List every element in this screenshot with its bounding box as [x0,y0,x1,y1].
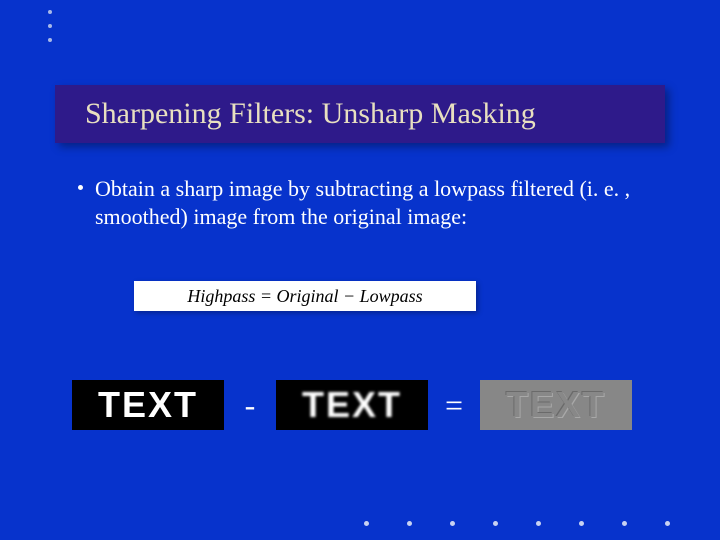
highpass-text: TEXT [506,384,606,426]
bullet-icon [78,185,83,190]
bullet-item: Obtain a sharp image by subtracting a lo… [78,175,668,230]
decorative-dots-bottom [364,521,670,526]
dot [364,521,369,526]
dot [48,10,52,14]
dot [622,521,627,526]
dot [407,521,412,526]
equals-operator: = [442,387,466,424]
lowpass-text: TEXT [302,384,402,426]
formula-box: Highpass = Original − Lowpass [134,281,476,311]
bullet-text: Obtain a sharp image by subtracting a lo… [95,175,668,230]
original-image-block: TEXT [72,380,224,430]
formula-text: Highpass = Original − Lowpass [187,286,422,307]
decorative-dots-top [48,10,52,42]
dot [450,521,455,526]
dot [579,521,584,526]
slide-title: Sharpening Filters: Unsharp Masking [85,97,536,131]
highpass-image-block: TEXT [480,380,632,430]
minus-operator: - [238,387,262,424]
illustration-row: TEXT - TEXT = TEXT [72,380,632,430]
slide-title-bar: Sharpening Filters: Unsharp Masking [55,85,665,143]
dot [493,521,498,526]
dot [536,521,541,526]
lowpass-image-block: TEXT [276,380,428,430]
dot [48,38,52,42]
original-text: TEXT [98,384,198,426]
dot [665,521,670,526]
dot [48,24,52,28]
